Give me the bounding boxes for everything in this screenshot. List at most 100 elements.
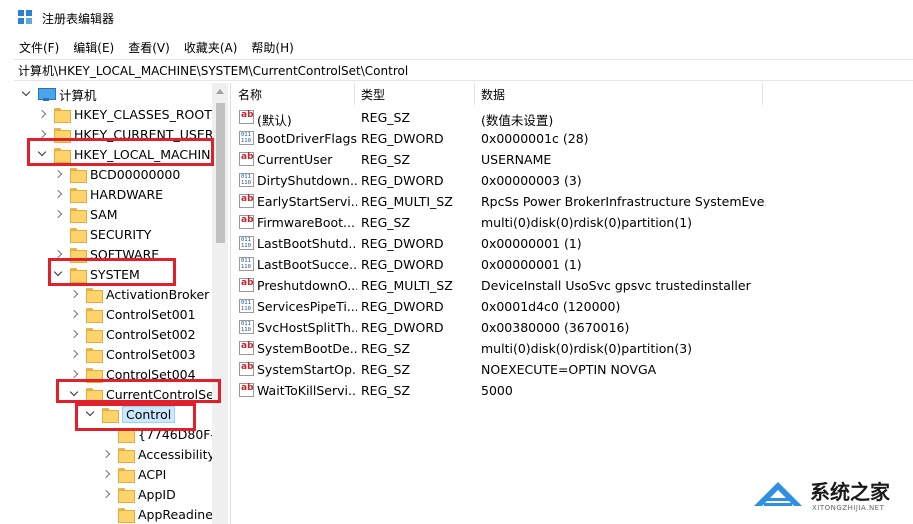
- tree-node[interactable]: 计算机: [20, 84, 97, 104]
- chevron-right-icon[interactable]: [68, 348, 80, 360]
- chevron-right-icon[interactable]: [100, 488, 112, 500]
- string-value-icon: [239, 194, 254, 208]
- chevron-right-icon[interactable]: [100, 448, 112, 460]
- value-type: REG_DWORD: [361, 131, 444, 146]
- dword-value-icon: [239, 173, 254, 187]
- chevron-down-icon[interactable]: [36, 148, 48, 160]
- tree-node-label: HKEY_LOCAL_MACHINE: [74, 146, 219, 162]
- folder-icon: [54, 127, 71, 143]
- value-row[interactable]: DirtyShutdown... REG_DWORD 0x00000003 (3): [232, 170, 913, 191]
- watermark-title: 系统之家: [810, 480, 890, 504]
- value-data: 0x00380000 (3670016): [481, 320, 630, 335]
- chevron-right-icon[interactable]: [36, 108, 48, 120]
- chevron-down-icon[interactable]: [20, 88, 32, 100]
- chevron-right-icon[interactable]: [68, 288, 80, 300]
- chevron-down-icon[interactable]: [84, 408, 96, 420]
- value-row[interactable]: EarlyStartServi... REG_MULTI_SZ RpcSs Powe…: [232, 191, 913, 212]
- tree-node[interactable]: HKEY_CURRENT_USER: [36, 124, 213, 144]
- chevron-down-icon[interactable]: [52, 268, 64, 280]
- column-header-name[interactable]: 名称: [232, 83, 355, 105]
- chevron-right-icon[interactable]: [100, 468, 112, 480]
- value-row[interactable]: (默认) REG_SZ (数值未设置): [232, 107, 913, 128]
- tree-scrollbar[interactable]: [212, 83, 228, 524]
- tree-node[interactable]: {7746D80F-97: [100, 424, 228, 444]
- value-type: REG_SZ: [361, 341, 411, 356]
- string-value-icon: [239, 215, 254, 229]
- chevron-right-icon[interactable]: [68, 368, 80, 380]
- menu-help[interactable]: 帮助(H): [251, 39, 293, 56]
- value-name: EarlyStartServi...: [257, 194, 357, 209]
- menu-view[interactable]: 查看(V): [128, 39, 170, 56]
- value-row[interactable]: CurrentUser REG_SZ USERNAME: [232, 149, 913, 170]
- column-header-type-label: 类型: [361, 87, 386, 102]
- watermark: 系统之家 XITONGZHIJIA.NET: [750, 470, 910, 518]
- tree-node[interactable]: HKEY_CLASSES_ROOT: [36, 104, 212, 124]
- address-bar[interactable]: 计算机\HKEY_LOCAL_MACHINE\SYSTEM\CurrentCon…: [14, 59, 913, 81]
- tree-node[interactable]: ControlSet003: [68, 344, 196, 364]
- folder-icon: [86, 367, 103, 383]
- chevron-right-icon[interactable]: [52, 168, 64, 180]
- menu-edit[interactable]: 编辑(E): [73, 39, 114, 56]
- value-row[interactable]: SvcHostSplitTh... REG_DWORD 0x00380000 (36…: [232, 317, 913, 338]
- folder-icon: [70, 267, 87, 283]
- tree-node-label: ControlSet002: [106, 326, 196, 342]
- chevron-right-icon[interactable]: [36, 128, 48, 140]
- value-row[interactable]: PreshutdownO... REG_MULTI_SZ DeviceInstall…: [232, 275, 913, 296]
- tree-node[interactable]: SAM: [52, 204, 118, 224]
- no-expander: [100, 508, 112, 520]
- chevron-right-icon[interactable]: [68, 308, 80, 320]
- menu-file[interactable]: 文件(F): [19, 39, 59, 56]
- tree-node[interactable]: ActivationBroker: [68, 284, 209, 304]
- tree-node[interactable]: AccessibilityS: [100, 444, 223, 464]
- tree-node[interactable]: HARDWARE: [52, 184, 163, 204]
- folder-icon: [102, 407, 119, 423]
- tree-node[interactable]: AppID: [100, 484, 176, 504]
- tree-node[interactable]: Control: [84, 404, 176, 424]
- chevron-right-icon[interactable]: [52, 208, 64, 220]
- tree-node[interactable]: ControlSet004: [68, 364, 196, 384]
- value-type: REG_DWORD: [361, 257, 444, 272]
- tree-node[interactable]: SYSTEM: [52, 264, 140, 284]
- tree-node[interactable]: ControlSet002: [68, 324, 196, 344]
- tree-node-label: CurrentControlSet: [106, 386, 219, 402]
- value-row[interactable]: SystemStartOp... REG_SZ NOEXECUTE=OPTIN N…: [232, 359, 913, 380]
- value-row[interactable]: LastBootShutd... REG_DWORD 0x00000001 (1): [232, 233, 913, 254]
- tree-node[interactable]: AppReadines: [100, 504, 219, 524]
- value-row[interactable]: WaitToKillServi... REG_SZ 5000: [232, 380, 913, 401]
- pane-splitter[interactable]: [230, 83, 231, 524]
- tree-node[interactable]: CurrentControlSet: [68, 384, 219, 404]
- value-row[interactable]: FirmwareBoot... REG_SZ multi(0)disk(0)rdis…: [232, 212, 913, 233]
- tree-node[interactable]: ControlSet001: [68, 304, 196, 324]
- value-row[interactable]: LastBootSucce... REG_DWORD 0x00000001 (1): [232, 254, 913, 275]
- tree-node[interactable]: ACPI: [100, 464, 166, 484]
- value-data: DeviceInstall UsoSvc gpsvc trustedinstal…: [481, 278, 751, 293]
- tree-node[interactable]: SOFTWARE: [52, 244, 159, 264]
- folder-icon: [118, 507, 135, 523]
- chevron-right-icon[interactable]: [52, 248, 64, 260]
- chevron-down-icon[interactable]: [68, 388, 80, 400]
- chevron-right-icon[interactable]: [52, 188, 64, 200]
- column-header-type[interactable]: 类型: [355, 83, 475, 105]
- no-expander: [52, 228, 64, 240]
- column-header-data[interactable]: 数据: [475, 83, 763, 105]
- string-value-icon: [239, 341, 254, 355]
- tree-node[interactable]: BCD00000000: [52, 164, 180, 184]
- string-value-icon: [239, 362, 254, 376]
- value-type: REG_DWORD: [361, 236, 444, 251]
- value-row[interactable]: BootDriverFlags REG_DWORD 0x0000001c (28): [232, 128, 913, 149]
- value-type: REG_MULTI_SZ: [361, 194, 453, 209]
- tree-node-label: AccessibilityS: [138, 446, 223, 462]
- menu-favorites[interactable]: 收藏夹(A): [184, 39, 238, 56]
- scroll-up-arrow-icon[interactable]: [216, 89, 224, 94]
- tree-node-label: BCD00000000: [90, 166, 181, 182]
- registry-editor-window: 注册表编辑器 文件(F) 编辑(E) 查看(V) 收藏夹(A) 帮助(H) 计算…: [0, 0, 913, 524]
- tree-node[interactable]: HKEY_LOCAL_MACHINE: [36, 144, 218, 164]
- tree-node[interactable]: SECURITY: [52, 224, 151, 244]
- value-type: REG_MULTI_SZ: [361, 278, 453, 293]
- scrollbar-thumb[interactable]: [216, 103, 225, 243]
- folder-icon: [118, 487, 135, 503]
- value-row[interactable]: SystemBootDe... REG_SZ multi(0)disk(0)rdis…: [232, 338, 913, 359]
- tree-node-label: ControlSet001: [106, 306, 196, 322]
- chevron-right-icon[interactable]: [68, 328, 80, 340]
- value-row[interactable]: ServicesPipeTi... REG_DWORD 0x0001d4c0 (12…: [232, 296, 913, 317]
